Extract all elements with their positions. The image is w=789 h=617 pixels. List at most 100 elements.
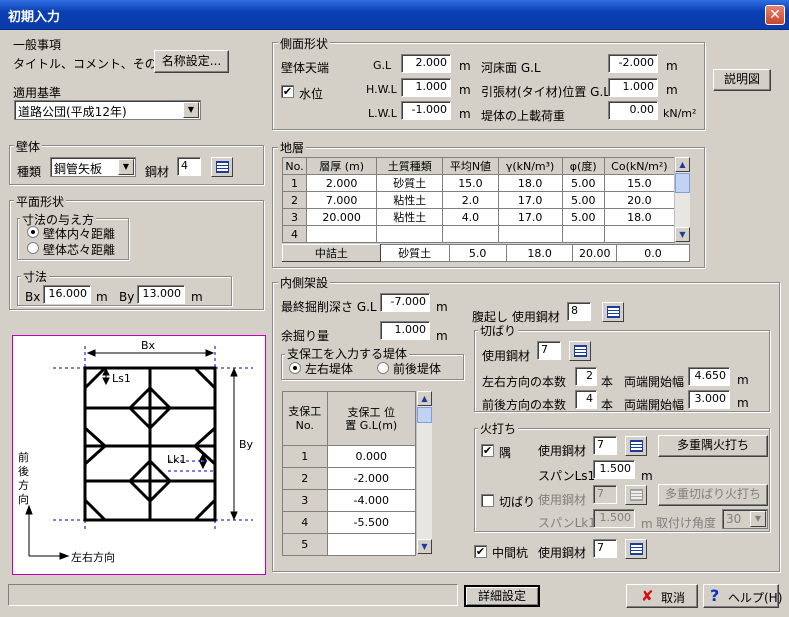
table-row[interactable]: 1 0.000: [282, 445, 416, 468]
load-input[interactable]: 0.00: [608, 101, 658, 120]
strut-fire-checkbox[interactable]: [481, 494, 494, 507]
cell[interactable]: [442, 225, 499, 243]
steel-input[interactable]: 4: [177, 157, 201, 176]
table-row[interactable]: 4: [281, 225, 676, 243]
table-icon[interactable]: [602, 302, 624, 322]
cell[interactable]: 5.00: [561, 174, 605, 192]
name-settings-button[interactable]: 名称設定...: [154, 50, 229, 73]
cell[interactable]: 18.0: [505, 244, 574, 262]
table-row[interactable]: 4 -5.500: [282, 511, 416, 534]
scroll-up-icon[interactable]: ▲: [417, 391, 432, 406]
cell[interactable]: [603, 225, 676, 243]
scroll-up-icon[interactable]: ▲: [675, 157, 690, 172]
cell[interactable]: -5.500: [326, 511, 416, 534]
riverbed-input[interactable]: -2.000: [608, 54, 658, 73]
corner-checkbox[interactable]: ✔: [481, 444, 494, 457]
cell[interactable]: 0.0: [616, 244, 690, 262]
cell[interactable]: 2.0: [442, 191, 499, 209]
wall-type-select[interactable]: 鋼管矢板 ▼: [50, 157, 136, 177]
cell[interactable]: 2.000: [306, 174, 378, 192]
cell[interactable]: 砂質土: [376, 174, 444, 192]
extra-input[interactable]: 1.000: [380, 321, 430, 340]
tie-input[interactable]: 1.000: [608, 78, 658, 97]
help-button[interactable]: ? ヘルプ(H): [703, 584, 782, 608]
explain-button[interactable]: 説明図: [713, 69, 771, 91]
table-icon[interactable]: [211, 157, 233, 177]
scroll-thumb[interactable]: [675, 173, 690, 193]
scroll-thumb[interactable]: [417, 407, 432, 423]
bx-input[interactable]: 16.000: [43, 285, 91, 304]
span-ls1-input[interactable]: 1.500: [593, 460, 635, 479]
fill-soil-label[interactable]: 中詰土: [282, 244, 381, 262]
cell[interactable]: 砂質土: [379, 244, 450, 262]
strut-steel-input[interactable]: 7: [537, 341, 561, 360]
table-row[interactable]: 2 7.000 粘性土 2.0 17.0 5.00 20.0: [281, 191, 676, 209]
close-icon[interactable]: ✕: [765, 5, 785, 25]
embank-radio-fb[interactable]: [377, 362, 389, 374]
corner-steel-input[interactable]: 7: [593, 436, 617, 455]
scroll-down-icon[interactable]: ▼: [675, 227, 690, 242]
hwl-input[interactable]: 1.000: [401, 78, 451, 97]
detail-settings-button[interactable]: 詳細設定: [464, 585, 540, 607]
fill-row[interactable]: 中詰土 砂質土 5.0 18.0 20.00 0.0: [282, 244, 690, 262]
cell[interactable]: [561, 225, 605, 243]
cell[interactable]: [497, 225, 563, 243]
cell[interactable]: 20.00: [572, 244, 618, 262]
cell[interactable]: 17.0: [497, 191, 563, 209]
by-input[interactable]: 13.000: [137, 285, 185, 304]
cell[interactable]: 18.0: [603, 208, 676, 226]
multi-strut-button[interactable]: 多重切ばり火打ち: [658, 484, 768, 506]
table-row[interactable]: 2 -2.000: [282, 467, 416, 490]
table-icon[interactable]: [625, 436, 647, 456]
cell[interactable]: [376, 225, 444, 243]
cancel-button[interactable]: ✘ 取消: [626, 584, 698, 608]
cell[interactable]: 5.00: [561, 208, 605, 226]
lwl-input[interactable]: -1.000: [401, 101, 451, 120]
table-icon[interactable]: [625, 485, 647, 505]
cell[interactable]: 15.0: [442, 174, 499, 192]
fb-width-input[interactable]: 3.000: [688, 390, 730, 409]
middle-steel-input[interactable]: 7: [593, 539, 617, 558]
multi-corner-button[interactable]: 多重隅火打ち: [658, 435, 768, 457]
method-radio-center[interactable]: [27, 242, 39, 254]
cell[interactable]: 4.0: [442, 208, 499, 226]
table-row[interactable]: 3 -4.000: [282, 489, 416, 512]
cell[interactable]: 5.00: [561, 191, 605, 209]
cell[interactable]: 15.0: [603, 174, 676, 192]
table-icon[interactable]: [625, 539, 647, 559]
cell[interactable]: 粘性土: [376, 191, 444, 209]
chevron-down-icon[interactable]: ▼: [183, 102, 199, 118]
support-scrollbar[interactable]: ▲ ▼: [416, 391, 432, 554]
standard-select[interactable]: 道路公団(平成12年) ▼: [14, 100, 201, 120]
cell[interactable]: 17.0: [497, 208, 563, 226]
angle-select[interactable]: 30 ▼: [722, 509, 768, 529]
lr-count-input[interactable]: 2: [575, 367, 597, 386]
strata-scrollbar[interactable]: ▲ ▼: [674, 157, 690, 242]
chevron-down-icon[interactable]: ▼: [118, 159, 134, 175]
cell[interactable]: 粘性土: [376, 208, 444, 226]
span-lk1-input[interactable]: 1.500: [593, 509, 635, 528]
scroll-down-icon[interactable]: ▼: [417, 539, 432, 554]
cell[interactable]: -4.000: [326, 489, 416, 512]
excavation-input[interactable]: -7.000: [380, 293, 430, 312]
cell[interactable]: 7.000: [306, 191, 378, 209]
chevron-down-icon[interactable]: ▼: [750, 511, 766, 527]
lr-width-input[interactable]: 4.650: [688, 367, 730, 386]
method-radio-inner[interactable]: [27, 226, 39, 238]
middle-pile-checkbox[interactable]: ✔: [474, 545, 487, 558]
table-row[interactable]: 3 20.000 粘性土 4.0 17.0 5.00 18.0: [281, 208, 676, 226]
table-row[interactable]: 5: [282, 533, 416, 556]
strut-fire-steel-input[interactable]: 7: [593, 485, 617, 504]
table-row[interactable]: 1 2.000 砂質土 15.0 18.0 5.00 15.0: [281, 174, 676, 192]
fb-count-input[interactable]: 4: [575, 390, 597, 409]
table-icon[interactable]: [569, 341, 591, 361]
cell[interactable]: -2.000: [326, 467, 416, 490]
embank-radio-lr[interactable]: [289, 362, 301, 374]
cell[interactable]: 5.0: [448, 244, 507, 262]
cell[interactable]: 18.0: [497, 174, 563, 192]
waist-input[interactable]: 8: [567, 302, 591, 321]
cell[interactable]: 20.0: [603, 191, 676, 209]
cell[interactable]: [306, 225, 378, 243]
water-checkbox[interactable]: ✔: [281, 85, 294, 98]
gl-input[interactable]: 2.000: [401, 54, 451, 73]
